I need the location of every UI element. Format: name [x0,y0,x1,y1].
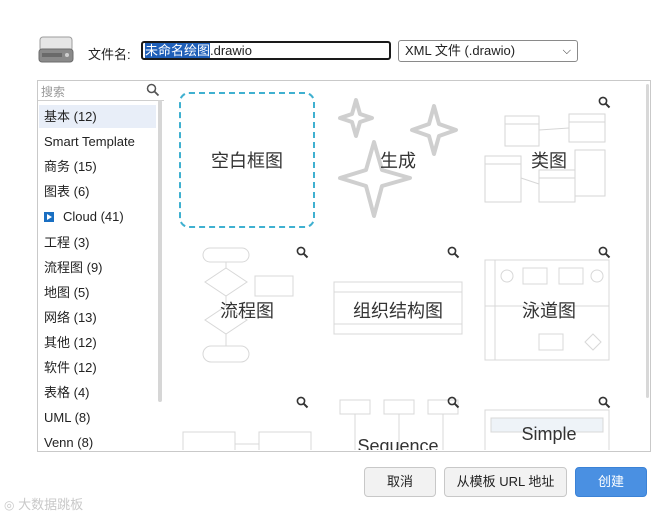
filename-input[interactable]: 未命名绘图.drawio [141,41,391,60]
template-grid-scrollbar[interactable] [646,84,649,398]
format-select[interactable]: XML 文件 (.drawio) ⌵ [398,40,578,62]
template-label: 组织结构图 [340,297,456,323]
search-placeholder: 搜索 [41,85,66,99]
sidebar-item[interactable]: 工程 (3) [39,231,156,254]
create-button[interactable]: 创建 [575,467,647,497]
sidebar-scrollbar[interactable] [158,100,162,402]
sidebar-item[interactable]: 其他 (12) [39,331,156,354]
template-simple[interactable]: Simple [481,392,617,450]
chevron-down-icon: ⌵ [562,45,571,57]
sidebar-item-label: 图表 (6) [44,184,90,199]
template-diagram[interactable]: 图 [179,392,315,450]
sidebar-item-label: 其他 (12) [44,335,97,350]
template-label: 泳道图 [522,301,576,322]
template-swimlane[interactable]: 泳道图 [481,242,617,378]
template-label: Simple [521,424,577,444]
sidebar-item-label: Smart Template [44,134,135,149]
play-icon [44,212,54,222]
filename-extension: .drawio [210,43,252,58]
template-label: 类图 [531,151,567,172]
watermark-text: 大数据跳板 [18,497,84,512]
sidebar-item[interactable]: 软件 (12) [39,356,156,379]
zoom-icon[interactable] [447,246,460,259]
watermark: ◎ 大数据跳板 [4,494,83,513]
cancel-button[interactable]: 取消 [364,467,436,497]
template-label: Sequence [357,436,439,450]
sidebar-item[interactable]: Cloud (41) [39,205,156,228]
sidebar-item-label: UML (8) [44,410,91,425]
sidebar-item-label: 基本 (12) [44,109,97,124]
zoom-icon[interactable] [296,396,309,409]
sidebar-item-label: 工程 (3) [44,235,90,250]
sidebar-item[interactable]: 基本 (12) [39,105,156,128]
sidebar-item-label: 流程图 (9) [44,260,103,275]
template-label: 图 [179,448,315,450]
sidebar-item[interactable]: 地图 (5) [39,281,156,304]
sidebar-item[interactable]: 网络 (13) [39,306,156,329]
zoom-icon[interactable] [598,96,611,109]
sidebar-item-label: 软件 (12) [44,360,97,375]
sidebar-item-label: 网络 (13) [44,310,97,325]
template-blank-diagram[interactable]: 空白框图 [179,92,315,228]
format-select-value: XML 文件 (.drawio) [405,43,516,58]
from-template-url-button[interactable]: 从模板 URL 地址 [444,467,567,497]
template-flowchart[interactable]: 流程图 [179,242,315,378]
sidebar-item[interactable]: 图表 (6) [39,180,156,203]
template-label: 生成 [380,151,416,172]
sidebar-item-label: Venn (8) [44,435,94,450]
filename-label: 文件名: [88,47,131,62]
template-row-3: 图 Sequence Simple [168,392,645,450]
sidebar-item[interactable]: 商务 (15) [39,155,156,178]
zoom-icon[interactable] [447,396,460,409]
zoom-icon[interactable] [598,396,611,409]
sidebar-item[interactable]: 流程图 (9) [39,256,156,279]
sidebar-item[interactable]: Smart Template [39,130,156,153]
sidebar-item[interactable]: Venn (8) [39,431,156,454]
sidebar-item-label: 表格 (4) [44,385,90,400]
search-icon[interactable] [146,83,160,97]
search-input[interactable]: 搜索 [38,81,164,101]
sidebar-item-label: 地图 (5) [44,285,90,300]
template-label: 空白框图 [211,151,283,172]
diagram-thumbnail [182,431,312,450]
watermark-logo-icon: ◎ [4,498,15,512]
drive-icon [38,36,74,63]
sidebar-item-label: Cloud (41) [63,209,124,224]
template-generate[interactable]: 生成 [330,92,466,228]
template-org-chart[interactable]: 组织结构图 [330,242,466,378]
sidebar-item[interactable]: UML (8) [39,406,156,429]
template-label: 流程图 [220,301,274,322]
zoom-icon[interactable] [296,246,309,259]
template-sequence[interactable]: Sequence [330,392,466,450]
zoom-icon[interactable] [598,246,611,259]
sidebar-item[interactable]: 表格 (4) [39,381,156,404]
filename-selected-text: 未命名绘图 [145,43,211,58]
template-class-diagram[interactable]: 类图 [481,92,617,228]
sidebar-item-label: 商务 (15) [44,159,97,174]
